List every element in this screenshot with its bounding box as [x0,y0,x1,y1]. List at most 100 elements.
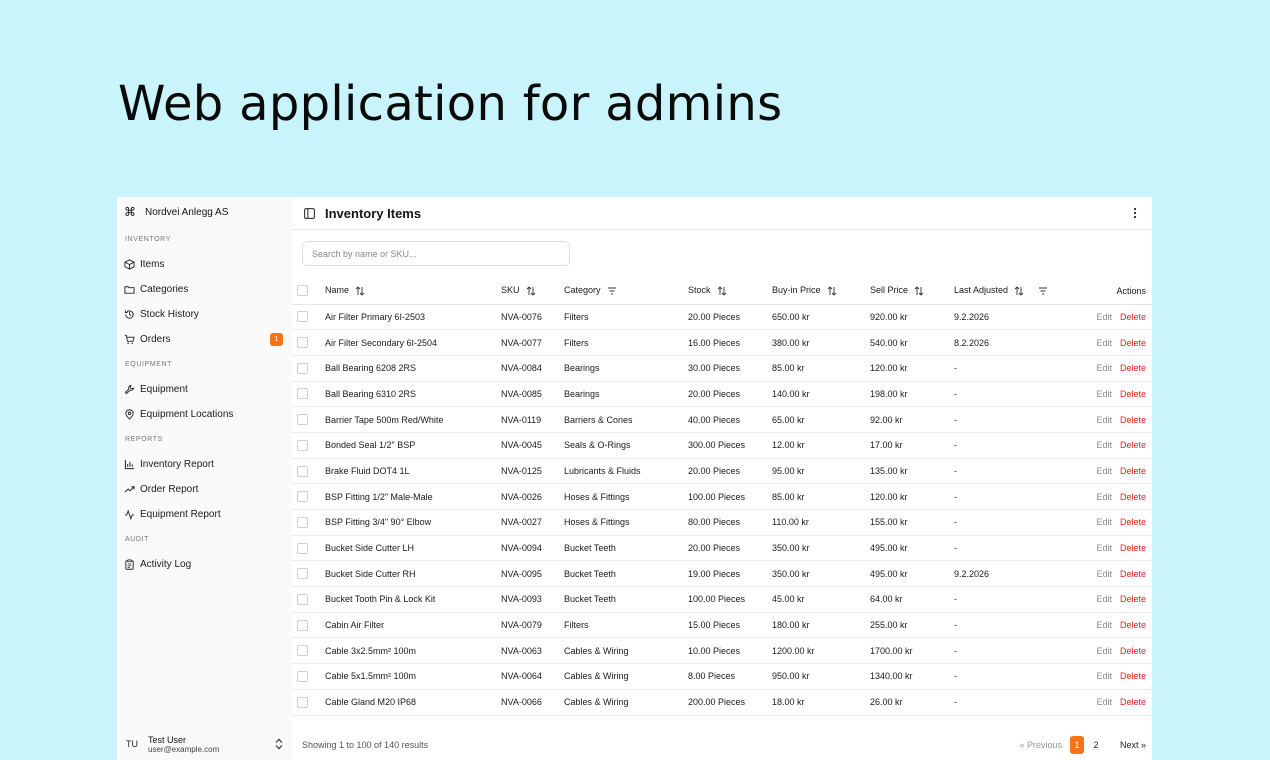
row-checkbox[interactable] [297,362,308,374]
delete-button[interactable]: Delete [1120,646,1146,656]
edit-button[interactable]: Edit [1096,363,1112,373]
table-row: Air Filter Primary 6I-2503 NVA-0076 Filter… [292,304,1152,331]
cell-last-adjusted: - [954,637,1087,665]
row-checkbox[interactable] [297,465,308,477]
row-checkbox[interactable] [297,568,308,580]
edit-button[interactable]: Edit [1096,338,1112,348]
next-page-button[interactable]: Next » [1120,740,1146,750]
cell-sku: NVA-0064 [501,663,564,690]
page-2-button[interactable]: 2 [1089,736,1103,754]
delete-button[interactable]: Delete [1120,492,1146,502]
edit-button[interactable]: Edit [1096,517,1112,527]
main-content: Inventory Items Name SKU Category Stock … [292,197,1152,760]
row-checkbox[interactable] [297,388,308,400]
sidebar-item-order-report[interactable]: Order Report [117,477,292,502]
edit-button[interactable]: Edit [1096,569,1112,579]
sidebar-item-equipment[interactable]: Equipment [117,377,292,402]
sidebar-item-stock-history[interactable]: Stock History [117,302,292,327]
more-vertical-icon[interactable] [1132,207,1138,219]
edit-button[interactable]: Edit [1096,594,1112,604]
filter-icon[interactable] [607,286,617,296]
sort-icon[interactable] [914,286,924,296]
column-sku[interactable]: SKU [501,278,564,305]
cell-last-adjusted: 9.2.2026 [954,560,1087,588]
column-stock[interactable]: Stock [688,278,772,305]
sort-icon[interactable] [1014,286,1024,296]
row-checkbox[interactable] [297,619,308,631]
sidebar-item-activity-log[interactable]: Activity Log [117,552,292,577]
row-checkbox[interactable] [297,696,308,708]
edit-button[interactable]: Edit [1096,671,1112,681]
sort-icon[interactable] [717,286,727,296]
row-checkbox[interactable] [297,516,308,528]
edit-button[interactable]: Edit [1096,466,1112,476]
row-checkbox[interactable] [297,491,308,503]
row-checkbox[interactable] [297,671,308,683]
cell-buy-in-price: 85.00 kr [772,355,870,382]
search-input[interactable] [302,241,570,266]
cell-stock: 20.00 Pieces [688,304,772,331]
sidebar-item-equipment-locations[interactable]: Equipment Locations [117,402,292,427]
delete-button[interactable]: Delete [1120,389,1146,399]
delete-button[interactable]: Delete [1120,594,1146,604]
sidebar-item-inventory-report[interactable]: Inventory Report [117,452,292,477]
user-menu[interactable]: TU Test User user@example.com [117,728,292,760]
cell-sku: NVA-0084 [501,355,564,382]
edit-button[interactable]: Edit [1096,389,1112,399]
delete-button[interactable]: Delete [1120,466,1146,476]
delete-button[interactable]: Delete [1120,543,1146,553]
cell-buy-in-price: 350.00 kr [772,560,870,588]
select-all-checkbox[interactable] [297,285,308,297]
sidebar-item-equipment-report[interactable]: Equipment Report [117,502,292,527]
cell-category: Filters [564,329,688,356]
sort-icon[interactable] [526,286,536,296]
delete-button[interactable]: Delete [1120,671,1146,681]
sidebar-item-orders[interactable]: Orders 1 [117,327,292,352]
delete-button[interactable]: Delete [1120,415,1146,425]
table-header-row: Name SKU Category Stock Buy-in Price Sel… [292,278,1152,305]
sidebar-item-items[interactable]: Items [117,252,292,277]
row-checkbox[interactable] [297,414,308,426]
row-checkbox[interactable] [297,337,308,349]
edit-button[interactable]: Edit [1096,415,1112,425]
row-checkbox[interactable] [297,311,308,323]
edit-button[interactable]: Edit [1096,492,1112,502]
delete-button[interactable]: Delete [1120,440,1146,450]
column-name[interactable]: Name [325,278,501,305]
edit-button[interactable]: Edit [1096,312,1112,322]
previous-page-button[interactable]: « Previous [1019,740,1062,750]
cell-sell-price: 26.00 kr [870,689,954,716]
row-checkbox[interactable] [297,542,308,554]
column-category[interactable]: Category [564,278,688,305]
page-1-button[interactable]: 1 [1069,736,1084,754]
column-buy-in-price[interactable]: Buy-in Price [772,278,870,305]
chevrons-up-down-icon[interactable] [274,738,284,750]
sort-icon[interactable] [355,286,365,296]
delete-button[interactable]: Delete [1120,363,1146,373]
column-last-adjusted[interactable]: Last Adjusted [954,278,1087,305]
company-switcher[interactable]: ⌘ Nordvei Anlegg AS [117,197,292,227]
filter-icon[interactable] [1038,286,1048,296]
sidebar-toggle-icon[interactable] [304,207,315,219]
table-row: Air Filter Secondary 6I-2504 NVA-0077 Filt… [292,329,1152,356]
delete-button[interactable]: Delete [1120,338,1146,348]
sort-icon[interactable] [827,286,837,296]
delete-button[interactable]: Delete [1120,569,1146,579]
column-sell-price[interactable]: Sell Price [870,278,954,305]
delete-button[interactable]: Delete [1120,697,1146,707]
row-checkbox[interactable] [297,645,308,657]
row-checkbox[interactable] [297,439,308,451]
row-checkbox[interactable] [297,593,308,605]
edit-button[interactable]: Edit [1096,697,1112,707]
map-pin-icon [125,409,134,420]
delete-button[interactable]: Delete [1120,620,1146,630]
delete-button[interactable]: Delete [1120,312,1146,322]
edit-button[interactable]: Edit [1096,440,1112,450]
orders-count-badge: 1 [270,333,283,346]
edit-button[interactable]: Edit [1096,620,1112,630]
cell-sku: NVA-0094 [501,535,564,562]
delete-button[interactable]: Delete [1120,517,1146,527]
edit-button[interactable]: Edit [1096,543,1112,553]
edit-button[interactable]: Edit [1096,646,1112,656]
sidebar-item-categories[interactable]: Categories [117,277,292,302]
